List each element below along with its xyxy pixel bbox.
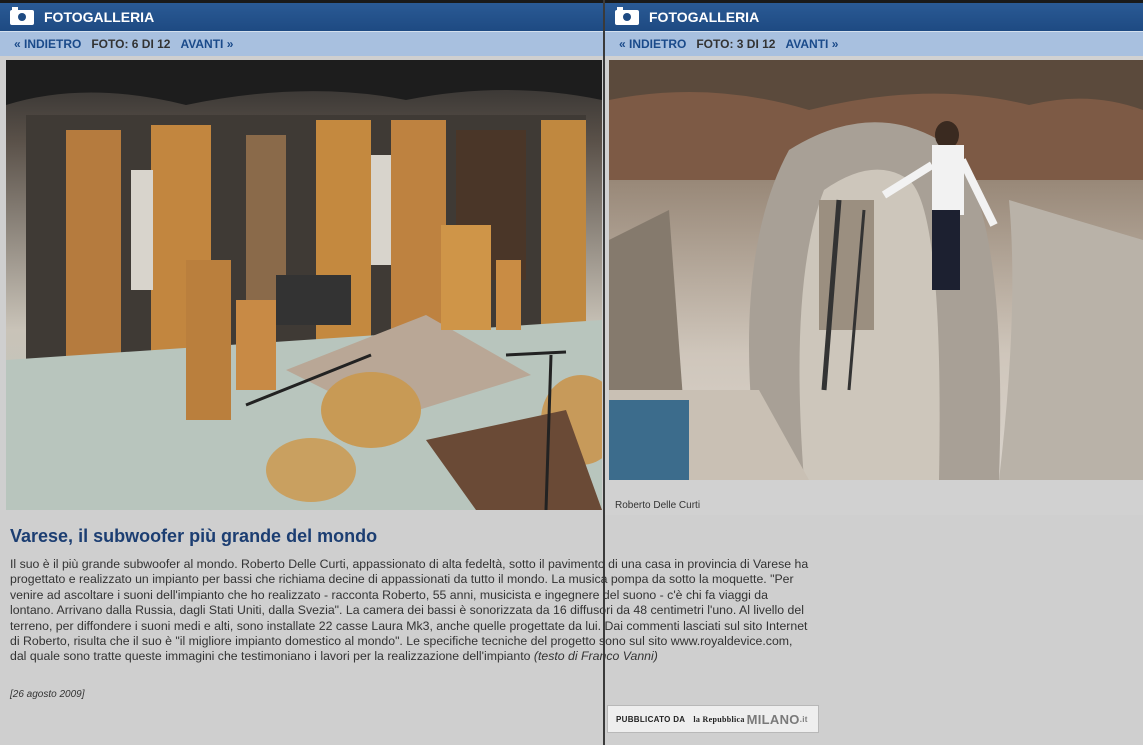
article-body: Il suo è il più grande subwoofer al mond…	[10, 557, 810, 665]
gallery-photo-bass-chamber[interactable]	[609, 60, 1143, 480]
photo-counter: FOTO: 6 DI 12	[91, 37, 171, 51]
article-title: Varese, il subwoofer più grande del mond…	[10, 526, 378, 546]
photo-caption: Roberto Delle Curti	[615, 500, 701, 511]
article-text: Il suo è il più grande subwoofer al mond…	[10, 557, 809, 664]
published-by-badge[interactable]: PUBBLICATO DA la Repubblica MILANO .it	[607, 705, 819, 733]
camera-icon	[10, 6, 34, 25]
gallery-header: FOTOGALLERIA	[605, 0, 1143, 31]
next-link[interactable]: AVANTI »	[180, 37, 233, 51]
prev-link[interactable]: « INDIETRO	[14, 37, 81, 51]
right-gallery-panel: FOTOGALLERIA « INDIETRO FOTO: 3 DI 12 AV…	[605, 0, 1143, 515]
published-label: PUBBLICATO DA	[616, 714, 686, 724]
bass-chamber-illustration	[609, 60, 1143, 480]
article-author: (testo di Franco Vanni)	[533, 649, 658, 664]
gallery-title: FOTOGALLERIA	[44, 9, 155, 25]
article-date: [26 agosto 2009]	[10, 689, 85, 700]
milano-logo: MILANO	[746, 711, 800, 727]
left-gallery-panel: FOTOGALLERIA « INDIETRO FOTO: 6 DI 12 AV…	[0, 0, 808, 745]
gallery-title: FOTOGALLERIA	[649, 9, 760, 25]
prev-link[interactable]: « INDIETRO	[619, 37, 686, 51]
next-link[interactable]: AVANTI »	[785, 37, 838, 51]
gallery-header: FOTOGALLERIA	[0, 0, 603, 31]
photo-counter: FOTO: 3 DI 12	[696, 37, 776, 51]
gallery-nav: « INDIETRO FOTO: 3 DI 12 AVANTI »	[605, 31, 1143, 56]
repubblica-logo: la Repubblica	[693, 714, 745, 724]
listening-room-illustration	[6, 60, 602, 510]
camera-icon	[615, 6, 639, 25]
gallery-nav: « INDIETRO FOTO: 6 DI 12 AVANTI »	[0, 31, 603, 56]
gallery-photo-listening-room[interactable]	[6, 60, 602, 510]
domain-suffix: .it	[799, 714, 808, 724]
